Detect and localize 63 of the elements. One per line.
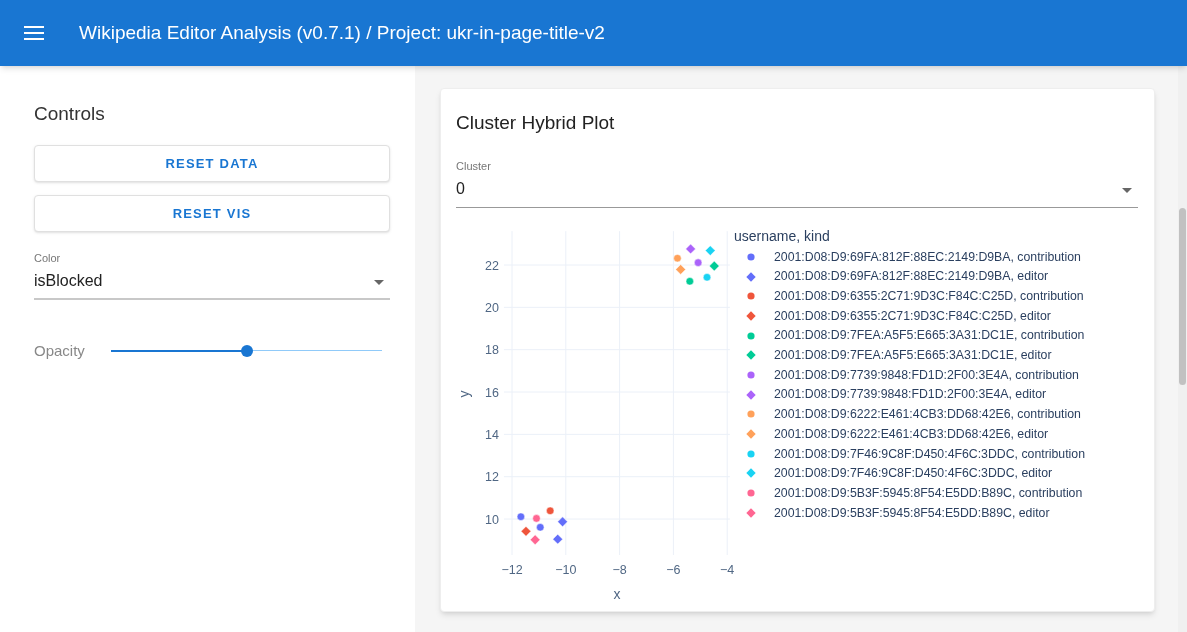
data-point — [685, 277, 694, 286]
data-point — [532, 514, 541, 523]
axis-tick-label: 18 — [485, 343, 499, 358]
controls-heading: Controls — [34, 102, 106, 125]
legend-item[interactable]: 2001:D08:D9:5B3F:5945:8F54:E5DD:B89C, contribution — [774, 483, 1083, 503]
data-point — [705, 245, 716, 256]
data-point — [675, 264, 686, 275]
color-select[interactable]: Color isBlocked — [34, 250, 390, 300]
opacity-slider[interactable] — [111, 344, 382, 357]
data-point — [520, 526, 532, 537]
data-point — [552, 533, 563, 545]
data-point — [702, 273, 712, 282]
axis-title: x — [613, 586, 621, 601]
select-value: isBlocked — [34, 270, 104, 291]
legend-item[interactable]: 2001:D08:D9:7FEA:A5F5:E665:3A31:DC1E, editor — [774, 346, 1052, 365]
legend-item[interactable]: 2001:D08:D9:6222:E461:4CB3:DD68:42E6, editor — [774, 424, 1049, 444]
legend-item[interactable]: 2001:D08:D9:6355:2C71:9D3C:F84C:C25D, editor — [774, 306, 1051, 326]
data-point — [685, 243, 696, 255]
reset-button[interactable]: RESET DATA — [34, 145, 390, 182]
legend-item[interactable]: 2001:D08:D9:5B3F:5945:8F54:E5DD:B89C, editor — [774, 503, 1050, 522]
data-point — [557, 516, 568, 527]
axis-title: y — [456, 390, 472, 398]
field-label: Color — [34, 251, 62, 266]
opacity-label: Opacity — [34, 340, 86, 361]
axis-tick-label: −12 — [501, 563, 523, 578]
axis-tick-label: −10 — [555, 563, 577, 578]
app-title: Wikipedia Editor Analysis (v0.7.1) / Project: ukr-in-page-title-v2 — [79, 20, 605, 45]
axis-tick-label: 16 — [485, 385, 499, 400]
legend-item[interactable]: 2001:D08:D9:6222:E461:4CB3:DD68:42E6, contribution — [774, 405, 1081, 424]
reset-button[interactable]: RESET VIS — [34, 195, 390, 232]
select-value: 0 — [456, 179, 466, 199]
axis-tick-label: −4 — [720, 563, 735, 578]
legend-item[interactable]: 2001:D08:D9:7FEA:A5F5:E665:3A31:DC1E, contribution — [774, 326, 1085, 345]
axis-tick-label: 14 — [485, 427, 499, 442]
cluster-select[interactable]: Cluster 0 — [456, 157, 1138, 208]
axis-tick-label: 20 — [485, 300, 499, 315]
data-point — [536, 523, 545, 532]
field-label: Cluster — [456, 158, 492, 174]
data-point — [546, 506, 555, 515]
axis-tick-label: −8 — [612, 563, 627, 578]
axis-tick-label: 22 — [485, 258, 499, 273]
data-point — [709, 260, 720, 272]
data-point — [694, 258, 703, 267]
slider-thumb[interactable] — [240, 344, 253, 357]
dropdown-caret-icon — [374, 279, 384, 285]
dropdown-caret-icon — [1122, 188, 1132, 193]
legend-title: username, kind — [734, 227, 831, 246]
menu-icon[interactable] — [24, 26, 44, 40]
legend-item[interactable]: 2001:D08:D9:7F46:9C8F:D450:4F6C:3DDC, contribution — [774, 444, 1085, 463]
axis-tick-label: 12 — [485, 470, 499, 485]
data-point — [516, 512, 525, 521]
legend-item[interactable]: 2001:D08:D9:69FA:812F:88EC:2149:D9BA, contribution — [774, 247, 1081, 267]
axis-tick-label: 10 — [485, 512, 499, 527]
legend-item[interactable]: 2001:D08:D9:6355:2C71:9D3C:F84C:C25D, contribution — [774, 287, 1084, 306]
scrollbar[interactable] — [1178, 66, 1187, 632]
axis-tick-label: −6 — [666, 563, 681, 578]
legend-item[interactable]: 2001:D08:D9:7F46:9C8F:D450:4F6C:3DDC, editor — [774, 464, 1053, 483]
legend-item[interactable]: 2001:D08:D9:7739:9848:FD1D:2F00:3E4A, contribution — [774, 365, 1079, 385]
legend-item[interactable]: 2001:D08:D9:69FA:812F:88EC:2149:D9BA, editor — [774, 267, 1049, 286]
data-point — [673, 254, 682, 263]
legend-item[interactable]: 2001:D08:D9:7739:9848:FD1D:2F00:3E4A, editor — [774, 385, 1047, 404]
data-point — [529, 534, 541, 545]
card-title: Cluster Hybrid Plot — [456, 111, 616, 135]
